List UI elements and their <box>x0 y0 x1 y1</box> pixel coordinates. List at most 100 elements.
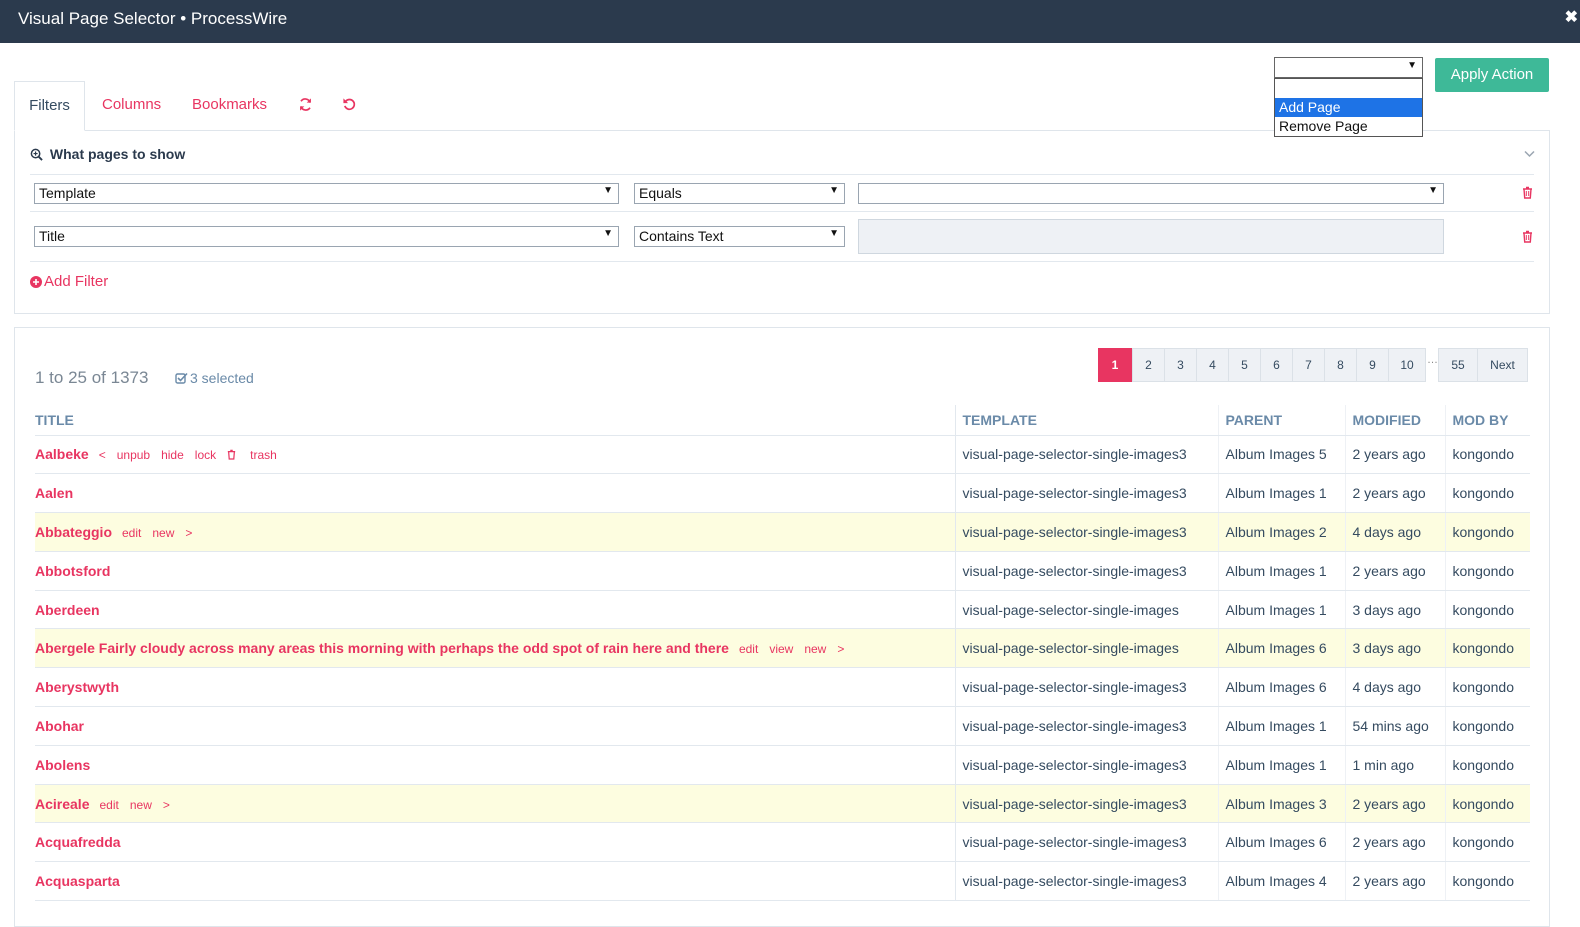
column-header-title[interactable]: TITLE <box>35 405 956 436</box>
trash-icon[interactable] <box>1522 230 1533 248</box>
table-row[interactable]: Abolens visual-page-selector-single-image… <box>35 745 1530 785</box>
action-edit[interactable]: edit <box>739 642 758 656</box>
collapse-chevron-icon[interactable] <box>1524 145 1535 163</box>
title-bar: Visual Page Selector • ProcessWire ✖ <box>0 0 1580 43</box>
trash-icon[interactable] <box>1522 186 1533 204</box>
page-title-link[interactable]: Abolens <box>35 757 90 773</box>
table-row[interactable]: Aalbeke < unpub hide lock trash visual-page-se… <box>35 435 1530 475</box>
tab-columns[interactable]: Columns <box>102 81 161 131</box>
cell-mod-by: kongondo <box>1445 745 1530 785</box>
plus-circle-icon <box>30 276 42 288</box>
action-new[interactable]: new <box>804 642 826 656</box>
results-table: TITLE TEMPLATE PARENT MODIFIED MOD BY Aa… <box>35 405 1530 902</box>
cell-title: Acquasparta <box>35 861 956 902</box>
table-row[interactable]: Aalen visual-page-selector-single-images3… <box>35 473 1530 514</box>
cell-parent: Album Images 2 <box>1218 512 1346 552</box>
column-header-mod-by[interactable]: MOD BY <box>1445 405 1530 436</box>
cell-parent: Album Images 6 <box>1218 822 1346 863</box>
filter-operator-select[interactable]: Contains Text ▼ <box>634 226 845 247</box>
window-title: Visual Page Selector • ProcessWire <box>18 9 288 28</box>
action-option-blank[interactable] <box>1275 79 1422 98</box>
selected-count[interactable]: 3 selected <box>175 370 254 386</box>
action-new[interactable]: new <box>152 526 174 540</box>
filter-field-select[interactable]: Title ▼ <box>34 226 619 247</box>
action-option-add-page[interactable]: Add Page <box>1275 98 1422 117</box>
action-select[interactable]: ▼ <box>1274 57 1423 78</box>
page-8-button[interactable]: 8 <box>1324 348 1357 382</box>
filter-operator-select[interactable]: Equals ▼ <box>634 183 845 204</box>
refresh-icon[interactable] <box>298 97 314 113</box>
reset-icon[interactable] <box>342 97 358 113</box>
action-expand-icon[interactable]: > <box>163 798 170 812</box>
page-3-button[interactable]: 3 <box>1164 348 1197 382</box>
column-header-parent[interactable]: PARENT <box>1218 405 1346 436</box>
action-expand-icon[interactable]: > <box>837 642 844 656</box>
cell-parent: Album Images 1 <box>1218 551 1346 591</box>
apply-action-button[interactable]: Apply Action <box>1435 58 1549 92</box>
cell-template: visual-page-selector-single-images <box>955 628 1219 669</box>
action-new[interactable]: new <box>130 798 152 812</box>
tab-filters[interactable]: Filters <box>14 81 85 131</box>
page-title-link[interactable]: Aalen <box>35 485 73 501</box>
table-row[interactable]: Abergele Fairly cloudy across many areas… <box>35 628 1530 669</box>
tab-bookmarks[interactable]: Bookmarks <box>192 81 267 131</box>
page-1-button[interactable]: 1 <box>1098 348 1132 382</box>
cell-modified: 2 years ago <box>1345 784 1446 824</box>
cell-title: Abbateggio edit new > <box>35 512 956 552</box>
table-row[interactable]: Abbateggio edit new > visual-page-selector-s… <box>35 512 1530 552</box>
page-title-link[interactable]: Acquafredda <box>35 834 121 850</box>
cell-modified: 2 years ago <box>1345 473 1446 514</box>
action-expand-icon[interactable]: > <box>185 526 192 540</box>
action-dropdown: Add Page Remove Page <box>1274 78 1423 137</box>
filter-value-select[interactable]: ▼ <box>858 183 1444 204</box>
page-10-button[interactable]: 10 <box>1388 348 1426 382</box>
table-row[interactable]: Acquafredda visual-page-selector-single-i… <box>35 822 1530 863</box>
table-row[interactable]: Acireale edit new > visual-page-selector-sin… <box>35 784 1530 824</box>
filter-text-input[interactable] <box>858 219 1444 254</box>
page-title-link[interactable]: Acquasparta <box>35 873 120 889</box>
column-header-modified[interactable]: MODIFIED <box>1345 405 1446 436</box>
action-hide[interactable]: hide <box>161 448 184 462</box>
close-icon[interactable]: ✖ <box>1565 7 1578 27</box>
row-actions: edit new > <box>122 526 203 540</box>
action-unpub[interactable]: unpub <box>117 448 150 462</box>
action-edit[interactable]: edit <box>99 798 118 812</box>
page-title-link[interactable]: Abohar <box>35 718 84 734</box>
action-collapse-icon[interactable]: < <box>99 448 106 462</box>
add-filter-link[interactable]: Add Filter <box>30 273 108 290</box>
table-row[interactable]: Acquasparta visual-page-selector-single-i… <box>35 861 1530 902</box>
action-edit[interactable]: edit <box>122 526 141 540</box>
page-title-link[interactable]: Aalbeke <box>35 446 89 462</box>
action-view[interactable]: view <box>769 642 793 656</box>
action-trash[interactable]: trash <box>250 448 277 462</box>
page-title-link[interactable]: Abbotsford <box>35 563 110 579</box>
page-title-link[interactable]: Acireale <box>35 796 89 812</box>
column-header-template[interactable]: TEMPLATE <box>955 405 1219 436</box>
page-title-link[interactable]: Aberdeen <box>35 602 100 618</box>
cell-mod-by: kongondo <box>1445 551 1530 591</box>
table-row[interactable]: Abbotsford visual-page-selector-single-im… <box>35 551 1530 591</box>
page-7-button[interactable]: 7 <box>1292 348 1325 382</box>
action-lock[interactable]: lock <box>195 448 216 462</box>
next-page-button[interactable]: Next <box>1477 348 1528 382</box>
check-square-icon <box>175 372 188 384</box>
cell-title: Acquafredda <box>35 822 956 863</box>
table-row[interactable]: Abohar visual-page-selector-single-images… <box>35 706 1530 746</box>
page-6-button[interactable]: 6 <box>1260 348 1293 382</box>
chevron-down-icon: ▼ <box>603 228 613 239</box>
cell-mod-by: kongondo <box>1445 590 1530 630</box>
page-5-button[interactable]: 5 <box>1228 348 1261 382</box>
action-option-remove-page[interactable]: Remove Page <box>1275 117 1422 136</box>
page-title-link[interactable]: Aberystwyth <box>35 679 119 695</box>
page-55-button[interactable]: 55 <box>1438 348 1478 382</box>
table-row[interactable]: Aberystwyth visual-page-selector-single-i… <box>35 667 1530 708</box>
page-9-button[interactable]: 9 <box>1356 348 1389 382</box>
table-row[interactable]: Aberdeen visual-page-selector-single-imag… <box>35 590 1530 630</box>
page-title-link[interactable]: Abbateggio <box>35 524 112 540</box>
page-title-link[interactable]: Abergele Fairly cloudy across many areas… <box>35 640 729 656</box>
filter-field-select[interactable]: Template ▼ <box>34 183 619 204</box>
page-2-button[interactable]: 2 <box>1132 348 1165 382</box>
cell-modified: 4 days ago <box>1345 667 1446 708</box>
page-4-button[interactable]: 4 <box>1196 348 1229 382</box>
cell-mod-by: kongondo <box>1445 473 1530 514</box>
